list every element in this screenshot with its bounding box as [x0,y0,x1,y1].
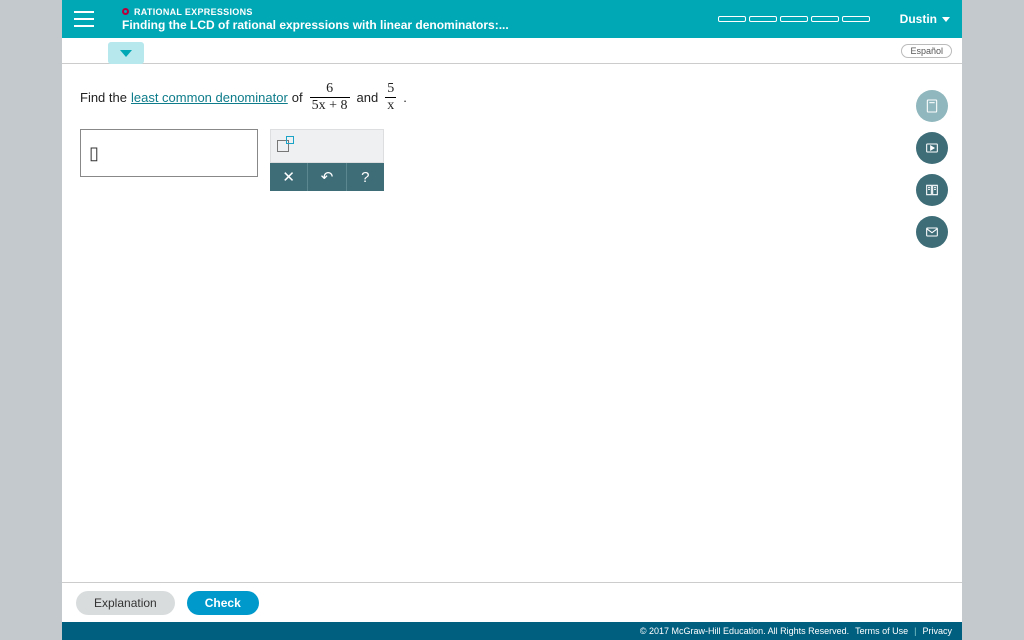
language-toggle[interactable]: Español [901,44,952,58]
question-prompt: Find the least common denominator of 6 5… [80,82,902,113]
terms-link[interactable]: Terms of Use [855,626,908,636]
fraction-2: 5 x [385,82,396,113]
clear-button[interactable]: ✕ [270,163,308,191]
exponent-tool-icon[interactable] [277,140,289,152]
textbook-button[interactable] [916,174,948,206]
answer-row: ▯ ✕ ↶ ? [80,129,902,191]
mail-icon [924,224,940,240]
copyright-text: © 2017 McGraw-Hill Education. All Rights… [640,626,849,636]
undo-button[interactable]: ↶ [308,163,346,191]
content-area: Find the least common denominator of 6 5… [62,64,962,582]
calculator-button[interactable] [916,90,948,122]
footer-bar: Explanation Check [62,582,962,622]
help-button[interactable]: ? [347,163,384,191]
prompt-of: of [292,90,303,105]
answer-placeholder: ▯ [89,143,99,164]
triangle-down-icon [120,50,132,57]
header-titles: RATIONAL EXPRESSIONS Finding the LCD of … [122,7,718,32]
explanation-button[interactable]: Explanation [76,591,175,615]
math-toolbox-actions: ✕ ↶ ? [270,163,384,191]
sub-bar: Español [62,38,962,64]
video-button[interactable] [916,132,948,164]
topic-label: RATIONAL EXPRESSIONS [134,7,253,17]
side-tools [916,90,948,248]
message-button[interactable] [916,216,948,248]
prompt-period: . [403,90,407,105]
user-name: Dustin [900,12,937,26]
page-title: Finding the LCD of rational expressions … [122,18,718,32]
fraction-2-denominator: x [385,97,396,113]
fraction-1-numerator: 6 [324,82,335,97]
lcd-link[interactable]: least common denominator [131,90,288,105]
fraction-1-denominator: 5x + 8 [310,97,350,113]
math-toolbox: ✕ ↶ ? [270,129,384,191]
app-header: RATIONAL EXPRESSIONS Finding the LCD of … [62,0,962,38]
play-icon [924,140,940,156]
privacy-link[interactable]: Privacy [922,626,952,636]
prompt-and: and [357,90,379,105]
progress-indicator [718,16,870,22]
prompt-prefix: Find the [80,90,127,105]
topic-dot-icon [122,8,129,15]
answer-input[interactable]: ▯ [80,129,258,177]
user-menu[interactable]: Dustin [900,12,950,26]
check-button[interactable]: Check [187,591,259,615]
math-toolbox-top[interactable] [270,129,384,163]
fraction-1: 6 5x + 8 [310,82,350,113]
topic-dropdown-button[interactable] [108,42,144,64]
menu-icon[interactable] [74,11,94,27]
calculator-icon [924,98,940,114]
copyright-bar: © 2017 McGraw-Hill Education. All Rights… [62,622,962,640]
book-icon [924,182,940,198]
caret-down-icon [942,17,950,22]
fraction-2-numerator: 5 [385,82,396,97]
separator: | [914,626,916,636]
